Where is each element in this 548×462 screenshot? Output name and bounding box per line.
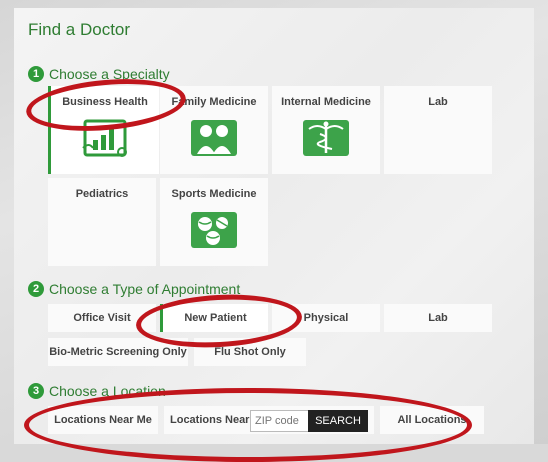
specialty-pediatrics[interactable]: Pediatrics (48, 178, 156, 266)
specialty-label: Business Health (62, 96, 148, 108)
appointment-lab[interactable]: Lab (384, 304, 492, 332)
specialty-label: Sports Medicine (171, 188, 257, 200)
step-label-location: Choose a Location (49, 383, 166, 399)
step-number-3: 3 (28, 383, 44, 399)
appointment-office-visit[interactable]: Office Visit (48, 304, 156, 332)
step-appointment: 2 Choose a Type of Appointment (28, 281, 240, 297)
locations-near-label: Locations Near (170, 414, 250, 426)
specialty-family-medicine[interactable]: Family Medicine (160, 86, 268, 174)
search-button[interactable]: SEARCH (308, 410, 368, 432)
appointment-new-patient[interactable]: New Patient (160, 304, 268, 332)
step-label-specialty: Choose a Specialty (49, 66, 170, 82)
specialty-internal-medicine[interactable]: Internal Medicine (272, 86, 380, 174)
step-number-2: 2 (28, 281, 44, 297)
all-locations-button[interactable]: All Locations (380, 406, 484, 434)
specialty-label: Lab (428, 96, 448, 108)
step-number-1: 1 (28, 66, 44, 82)
family-icon (191, 120, 237, 156)
specialty-lab[interactable]: Lab (384, 86, 492, 174)
locations-near-me-button[interactable]: Locations Near Me (48, 406, 158, 434)
specialty-business-health[interactable]: Business Health (48, 86, 159, 174)
appointment-biometric-screening[interactable]: Bio-Metric Screening Only (48, 338, 188, 366)
specialty-sports-medicine[interactable]: Sports Medicine (160, 178, 268, 266)
step-specialty: 1 Choose a Specialty (28, 66, 170, 82)
page-title: Find a Doctor (28, 20, 131, 39)
specialty-label: Pediatrics (75, 188, 129, 200)
appointment-flu-shot[interactable]: Flu Shot Only (194, 338, 306, 366)
caduceus-icon (303, 120, 349, 156)
business-health-chart-icon (82, 119, 127, 157)
specialty-label: Family Medicine (171, 96, 257, 108)
step-label-appointment: Choose a Type of Appointment (49, 281, 241, 297)
specialty-label: Internal Medicine (281, 96, 371, 108)
sports-balls-icon (191, 212, 237, 248)
appointment-physical[interactable]: Physical (272, 304, 380, 332)
step-location: 3 Choose a Location (28, 383, 166, 399)
